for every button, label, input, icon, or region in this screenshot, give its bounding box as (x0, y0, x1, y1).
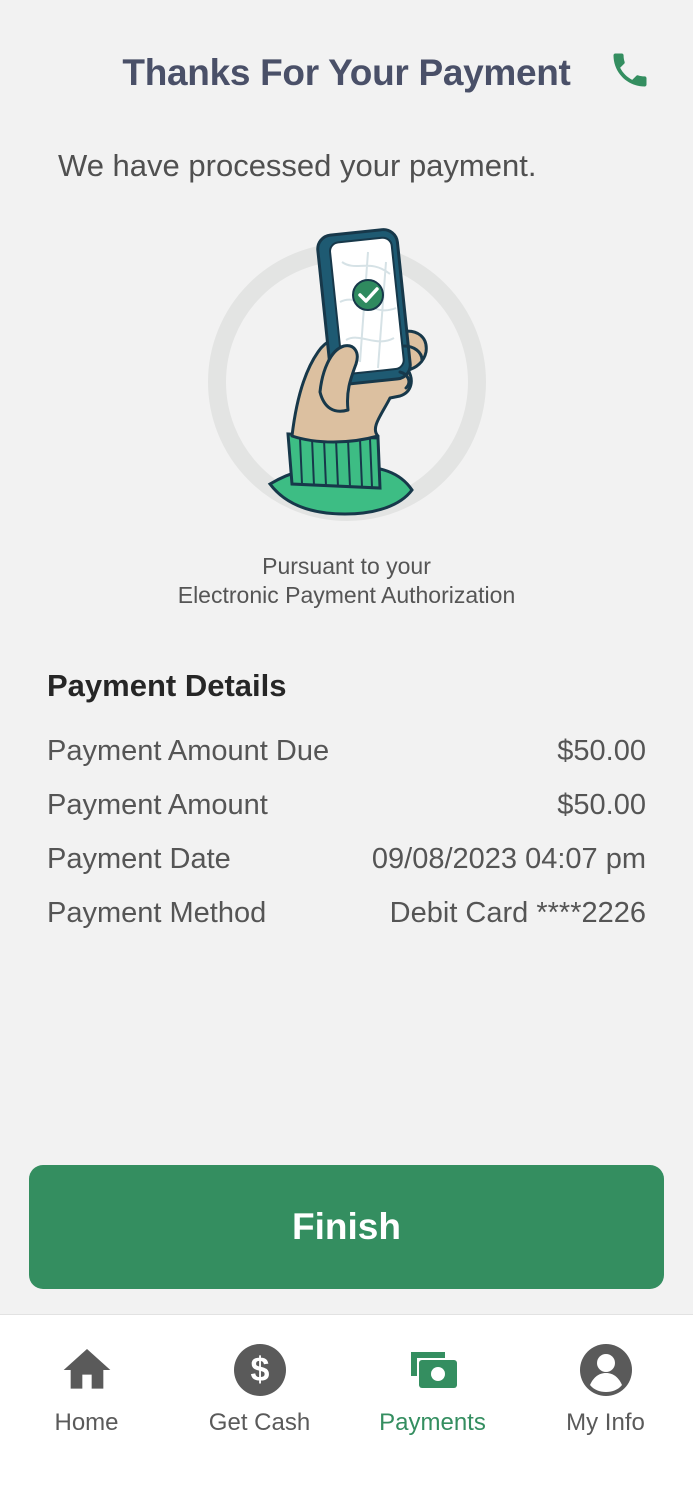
payment-success-illustration (200, 222, 496, 538)
detail-value: Debit Card ****2226 (389, 896, 646, 929)
detail-label: Payment Amount Due (47, 734, 330, 767)
authorization-line-2: Electronic Payment Authorization (177, 582, 516, 608)
detail-value: $50.00 (557, 788, 646, 821)
svg-text:$: $ (250, 1351, 269, 1389)
nav-label-payments: Payments (379, 1409, 486, 1436)
detail-row-amount-due: Payment Amount Due $50.00 (47, 731, 646, 771)
page-title: Thanks For Your Payment (122, 52, 571, 93)
authorization-note: Pursuant to your Electronic Payment Auth… (0, 552, 693, 610)
nav-item-get-cash[interactable]: $ Get Cash (173, 1315, 346, 1500)
hand-holding-phone-icon (208, 228, 486, 521)
detail-label: Payment Amount (47, 788, 268, 821)
nav-item-home[interactable]: Home (0, 1315, 173, 1500)
account-icon (579, 1344, 632, 1396)
bottom-navigation: Home $ Get Cash Payments My Info (0, 1314, 693, 1500)
detail-label: Payment Date (47, 842, 231, 875)
home-icon (63, 1349, 110, 1389)
detail-value: $50.00 (557, 734, 646, 767)
confirmation-message: We have processed your payment. (58, 148, 537, 183)
nav-label-get-cash: Get Cash (208, 1409, 311, 1436)
nav-label-my-info: My Info (566, 1409, 645, 1436)
detail-row-method: Payment Method Debit Card ****2226 (47, 893, 646, 933)
dollar-icon: $ (233, 1344, 286, 1396)
payment-confirmation-screen: Thanks For Your Payment We have processe… (0, 0, 693, 1500)
nav-item-payments[interactable]: Payments (346, 1315, 519, 1500)
detail-value: 09/08/2023 04:07 pm (371, 842, 646, 875)
nav-label-home: Home (54, 1409, 119, 1436)
detail-row-amount: Payment Amount $50.00 (47, 785, 646, 825)
header: Thanks For Your Payment (0, 0, 693, 150)
nav-item-my-info[interactable]: My Info (519, 1315, 692, 1500)
detail-row-date: Payment Date 09/08/2023 04:07 pm (47, 839, 646, 879)
finish-button[interactable]: Finish (29, 1165, 664, 1289)
payments-icon (410, 1352, 457, 1388)
call-button[interactable] (604, 44, 656, 96)
payment-details-title: Payment Details (47, 668, 287, 703)
authorization-line-1: Pursuant to your (262, 553, 431, 579)
phone-icon (613, 53, 647, 87)
detail-label: Payment Method (47, 896, 267, 929)
